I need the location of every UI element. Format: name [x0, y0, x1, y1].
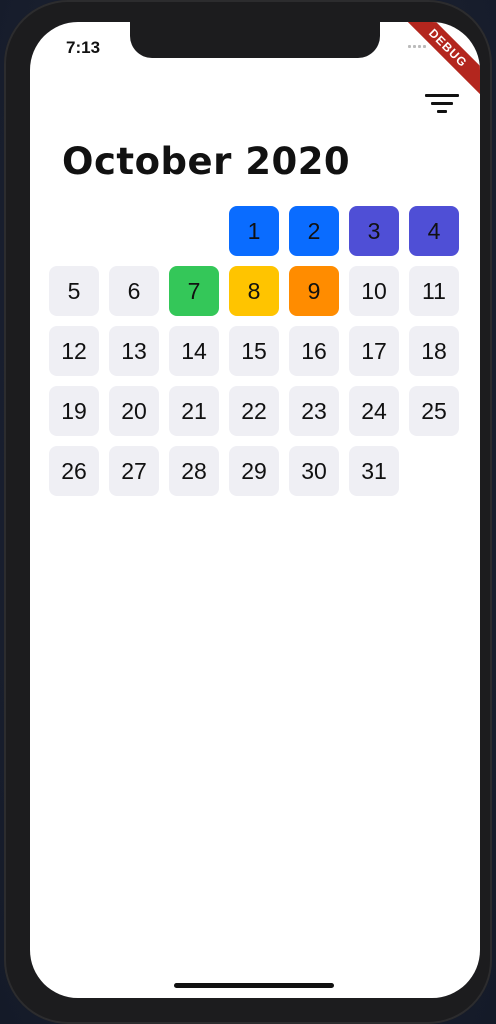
status-time: 7:13 — [66, 38, 101, 57]
calendar-day[interactable]: 4 — [409, 206, 459, 256]
calendar-day[interactable]: 9 — [289, 266, 339, 316]
calendar-day[interactable]: 18 — [409, 326, 459, 376]
calendar-blank — [49, 206, 99, 256]
calendar-day[interactable]: 19 — [49, 386, 99, 436]
month-title: October 2020 — [62, 140, 351, 183]
calendar-day[interactable]: 30 — [289, 446, 339, 496]
calendar-day[interactable]: 6 — [109, 266, 159, 316]
calendar-day[interactable]: 17 — [349, 326, 399, 376]
calendar-grid: 1 2 3 4 5 6 7 8 9 10 11 12 13 14 15 16 17 18 19 20 21 22 23 24 2… — [49, 206, 459, 496]
calendar-day[interactable]: 27 — [109, 446, 159, 496]
calendar-day[interactable]: 28 — [169, 446, 219, 496]
filter-icon-line — [431, 101, 453, 105]
calendar-day[interactable]: 25 — [409, 386, 459, 436]
calendar-day[interactable]: 10 — [349, 266, 399, 316]
calendar-day[interactable]: 24 — [349, 386, 399, 436]
calendar-day[interactable]: 7 — [169, 266, 219, 316]
calendar-day[interactable]: 3 — [349, 206, 399, 256]
notch — [130, 22, 380, 58]
calendar-day[interactable]: 5 — [49, 266, 99, 316]
signal-icon — [408, 45, 426, 48]
calendar-day[interactable]: 8 — [229, 266, 279, 316]
calendar-day[interactable]: 23 — [289, 386, 339, 436]
calendar-day[interactable]: 26 — [49, 446, 99, 496]
calendar-day[interactable]: 22 — [229, 386, 279, 436]
calendar-day[interactable]: 15 — [229, 326, 279, 376]
calendar-day[interactable]: 31 — [349, 446, 399, 496]
filter-icon — [425, 93, 459, 97]
calendar-day[interactable]: 16 — [289, 326, 339, 376]
filter-icon-line — [437, 109, 447, 113]
calendar-day[interactable]: 14 — [169, 326, 219, 376]
filter-button[interactable] — [424, 88, 460, 118]
calendar-day[interactable]: 11 — [409, 266, 459, 316]
app-screen: 7:13 DEBUG October 2020 1 2 3 4 5 6 7 8 9 10 11 12 1… — [30, 22, 480, 998]
calendar-day[interactable]: 13 — [109, 326, 159, 376]
calendar-day[interactable]: 20 — [109, 386, 159, 436]
calendar-blank — [109, 206, 159, 256]
calendar-day[interactable]: 12 — [49, 326, 99, 376]
calendar-day[interactable]: 1 — [229, 206, 279, 256]
calendar-day[interactable]: 2 — [289, 206, 339, 256]
calendar-day[interactable]: 21 — [169, 386, 219, 436]
calendar-blank — [169, 206, 219, 256]
calendar-day[interactable]: 29 — [229, 446, 279, 496]
phone-frame: 7:13 DEBUG October 2020 1 2 3 4 5 6 7 8 9 10 11 12 1… — [4, 0, 492, 1024]
home-indicator[interactable] — [174, 983, 334, 988]
